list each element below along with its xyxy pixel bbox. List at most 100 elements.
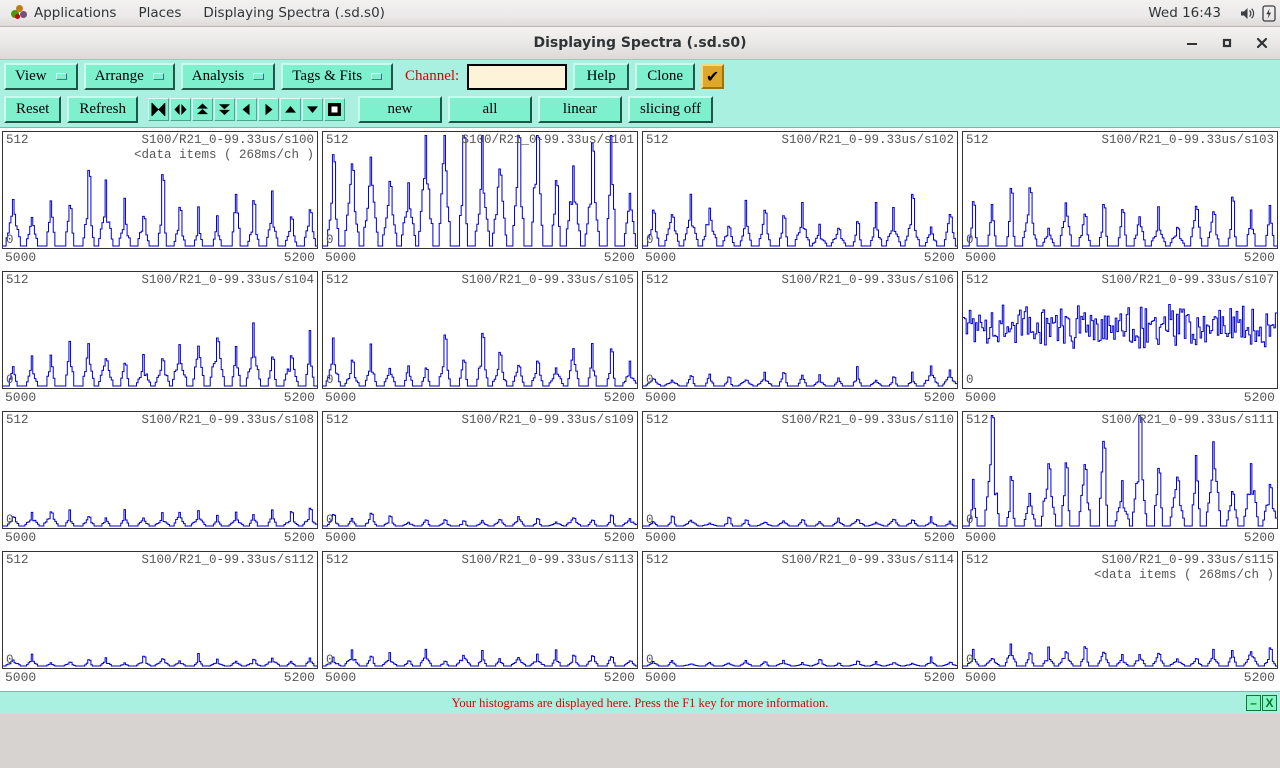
- plot-box[interactable]: 512S100/R21_0-99.33us/s1020: [642, 131, 958, 249]
- gnome-foot-icon: [11, 5, 27, 21]
- histogram-trace: [323, 272, 637, 388]
- places-menu[interactable]: Places: [127, 0, 192, 26]
- active-window-menu[interactable]: Displaying Spectra (.sd.s0): [192, 0, 396, 26]
- x-axis-tick: 5200: [604, 390, 635, 411]
- x-axis-tick: 5200: [604, 670, 635, 691]
- help-button[interactable]: Help: [573, 63, 629, 90]
- status-bar-buttons: – X: [1246, 695, 1277, 711]
- plot-box[interactable]: 512S100/R21_0-99.33us/s1120: [2, 551, 318, 669]
- plot-box[interactable]: 512S100/R21_0-99.33us/s1050: [322, 271, 638, 389]
- spectrum-panel-s107[interactable]: 512S100/R21_0-99.33us/s107050005200: [962, 271, 1278, 411]
- active-window-label: Displaying Spectra (.sd.s0): [203, 5, 385, 21]
- arrow-up-icon-button[interactable]: [280, 98, 301, 121]
- x-axis: 50005200: [642, 249, 958, 271]
- x-axis: 50005200: [2, 669, 318, 691]
- spectrum-panel-s106[interactable]: 512S100/R21_0-99.33us/s106050005200: [642, 271, 958, 411]
- double-up-icon-button[interactable]: [192, 98, 213, 121]
- menu-view[interactable]: View: [4, 63, 78, 90]
- spectrum-panel-s110[interactable]: 512S100/R21_0-99.33us/s110050005200: [642, 411, 958, 551]
- menu-arrange[interactable]: Arrange: [84, 63, 175, 90]
- arrow-right-icon-button[interactable]: [258, 98, 279, 121]
- collapse-horizontal-icon-button[interactable]: [148, 98, 169, 121]
- x-axis: 50005200: [962, 529, 1278, 551]
- spectrum-panel-s108[interactable]: 512S100/R21_0-99.33us/s108050005200: [2, 411, 318, 551]
- arrow-down-icon-button[interactable]: [302, 98, 323, 121]
- window-controls: [1184, 27, 1270, 59]
- spectrum-panel-s113[interactable]: 512S100/R21_0-99.33us/s113050005200: [322, 551, 638, 691]
- plot-box[interactable]: 512S100/R21_0-99.33us/s1140: [642, 551, 958, 669]
- spectrum-panel-s115[interactable]: 512S100/R21_0-99.33us/s115<data items ( …: [962, 551, 1278, 691]
- plot-box[interactable]: 512S100/R21_0-99.33us/s1040: [2, 271, 318, 389]
- plot-box[interactable]: 512S100/R21_0-99.33us/s100<data items ( …: [2, 131, 318, 249]
- menu-tags-and-fits[interactable]: Tags & Fits: [281, 63, 393, 90]
- histogram-trace: [3, 132, 317, 248]
- spectrum-panel-s105[interactable]: 512S100/R21_0-99.33us/s10505000 5200: [322, 271, 638, 411]
- chevron-down-icon: [153, 73, 164, 80]
- spectrum-panel-s109[interactable]: 512S100/R21_0-99.33us/s10905000 5200: [322, 411, 638, 551]
- spectrum-panel-s104[interactable]: 512S100/R21_0-99.33us/s104050005200: [2, 271, 318, 411]
- x-axis-tick: 5200: [1244, 530, 1275, 551]
- plot-box[interactable]: 512S100/R21_0-99.33us/s1030: [962, 131, 1278, 249]
- x-axis-tick: 5000: [325, 390, 356, 411]
- x-axis-tick: 5200: [604, 250, 635, 271]
- speaker-icon[interactable]: [1236, 2, 1258, 24]
- histogram-trace: [643, 552, 957, 668]
- x-axis: 50005200: [2, 249, 318, 271]
- spectrum-panel-s100[interactable]: 512S100/R21_0-99.33us/s100<data items ( …: [2, 131, 318, 271]
- plot-box[interactable]: 512S100/R21_0-99.33us/s1130: [322, 551, 638, 669]
- plot-box[interactable]: 512S100/R21_0-99.33us/s1110: [962, 411, 1278, 529]
- refresh-button[interactable]: Refresh: [67, 96, 138, 123]
- maximize-button[interactable]: [1219, 35, 1235, 51]
- menu-view-label: View: [15, 68, 47, 85]
- mode-linear-button[interactable]: linear: [538, 96, 622, 123]
- applications-menu[interactable]: Applications: [0, 0, 127, 26]
- navigation-button-group: [148, 98, 346, 121]
- toolbar-strip: View Arrange Analysis Tags & Fits Channe…: [0, 60, 1280, 128]
- close-button[interactable]: [1254, 35, 1270, 51]
- reset-button[interactable]: Reset: [4, 96, 61, 123]
- menu-analysis[interactable]: Analysis: [181, 63, 276, 90]
- checkmark-icon: ✔: [706, 69, 719, 85]
- spectrum-panel-s114[interactable]: 512S100/R21_0-99.33us/s114050005200: [642, 551, 958, 691]
- minimize-button[interactable]: [1184, 35, 1200, 51]
- mode-all-button[interactable]: all: [448, 96, 532, 123]
- histogram-trace: [963, 272, 1277, 388]
- plot-box[interactable]: 512S100/R21_0-99.33us/s1070: [962, 271, 1278, 389]
- plot-box[interactable]: 512S100/R21_0-99.33us/s115<data items ( …: [962, 551, 1278, 669]
- mode-new-button[interactable]: new: [358, 96, 442, 123]
- status-minimize-button[interactable]: –: [1246, 695, 1261, 711]
- arrow-left-icon-button[interactable]: [236, 98, 257, 121]
- expand-horizontal-icon-button[interactable]: [170, 98, 191, 121]
- plot-box[interactable]: 512S100/R21_0-99.33us/s1080: [2, 411, 318, 529]
- spectrum-panel-s101[interactable]: 512S100/R21_0-99.33us/s101050005200: [322, 131, 638, 271]
- x-axis-tick: 5200: [604, 530, 635, 551]
- status-close-button[interactable]: X: [1262, 695, 1277, 711]
- help-button-label: Help: [587, 68, 616, 85]
- channel-input[interactable]: [467, 64, 567, 90]
- stop-square-icon-button[interactable]: [324, 98, 345, 121]
- spectrum-panel-s103[interactable]: 512S100/R21_0-99.33us/s103050005200: [962, 131, 1278, 271]
- mode-new-label: new: [387, 101, 412, 118]
- plot-box[interactable]: 512S100/R21_0-99.33us/s1100: [642, 411, 958, 529]
- histogram-trace: [3, 552, 317, 668]
- battery-icon[interactable]: [1258, 2, 1280, 24]
- spectrum-panel-s102[interactable]: 512S100/R21_0-99.33us/s102050005200: [642, 131, 958, 271]
- clone-button[interactable]: Clone: [635, 63, 695, 90]
- plot-box[interactable]: 512S100/R21_0-99.33us/s1060: [642, 271, 958, 389]
- spectrum-panel-s112[interactable]: 512S100/R21_0-99.33us/s112050005200: [2, 551, 318, 691]
- double-down-icon-button[interactable]: [214, 98, 235, 121]
- histogram-trace: [323, 552, 637, 668]
- check-toggle[interactable]: ✔: [701, 64, 724, 89]
- spectrum-panel-s111[interactable]: 512S100/R21_0-99.33us/s111050005200: [962, 411, 1278, 551]
- menu-arrange-label: Arrange: [95, 68, 144, 85]
- x-axis: 50005200: [642, 669, 958, 691]
- x-axis-tick: 5200: [924, 530, 955, 551]
- clock-label: Wed 16:43: [1148, 5, 1225, 21]
- status-bar: Your histograms are displayed here. Pres…: [0, 691, 1280, 714]
- clock-applet[interactable]: Wed 16:43: [1137, 0, 1236, 26]
- plot-box[interactable]: 512S100/R21_0-99.33us/s1090: [322, 411, 638, 529]
- mode-slicing-button[interactable]: slicing off: [628, 96, 713, 123]
- histogram-trace: [643, 272, 957, 388]
- x-axis-tick: 5000: [325, 530, 356, 551]
- plot-box[interactable]: 512S100/R21_0-99.33us/s1010: [322, 131, 638, 249]
